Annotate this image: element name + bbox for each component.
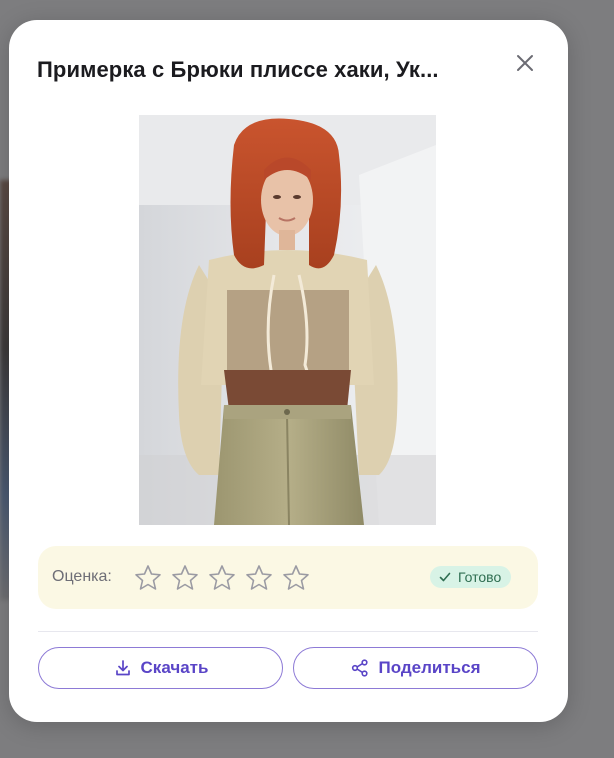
- share-button[interactable]: Поделиться: [293, 647, 538, 689]
- download-icon: [115, 660, 130, 676]
- check-icon: [439, 572, 451, 582]
- close-icon[interactable]: [513, 51, 537, 75]
- star-icon[interactable]: [133, 563, 163, 593]
- status-badge: Готово: [430, 566, 512, 588]
- download-button[interactable]: Скачать: [38, 647, 283, 689]
- star-icon[interactable]: [170, 563, 200, 593]
- download-label: Скачать: [140, 658, 209, 677]
- star-icon[interactable]: [281, 563, 311, 593]
- share-icon: [352, 659, 369, 677]
- rating-panel: Оценка: Готово: [38, 546, 538, 609]
- star-icon[interactable]: [207, 563, 237, 593]
- dialog-title: Примерка с Брюки плиссе хаки, Ук...: [37, 57, 439, 82]
- rating-label: Оценка:: [52, 568, 112, 585]
- star-icon[interactable]: [244, 563, 274, 593]
- try-on-photo: [139, 115, 436, 525]
- try-on-dialog: Примерка с Брюки плиссе хаки, Ук... Оцен…: [9, 20, 568, 722]
- share-label: Поделиться: [378, 658, 481, 677]
- status-label: Готово: [458, 569, 502, 585]
- divider: [38, 631, 538, 632]
